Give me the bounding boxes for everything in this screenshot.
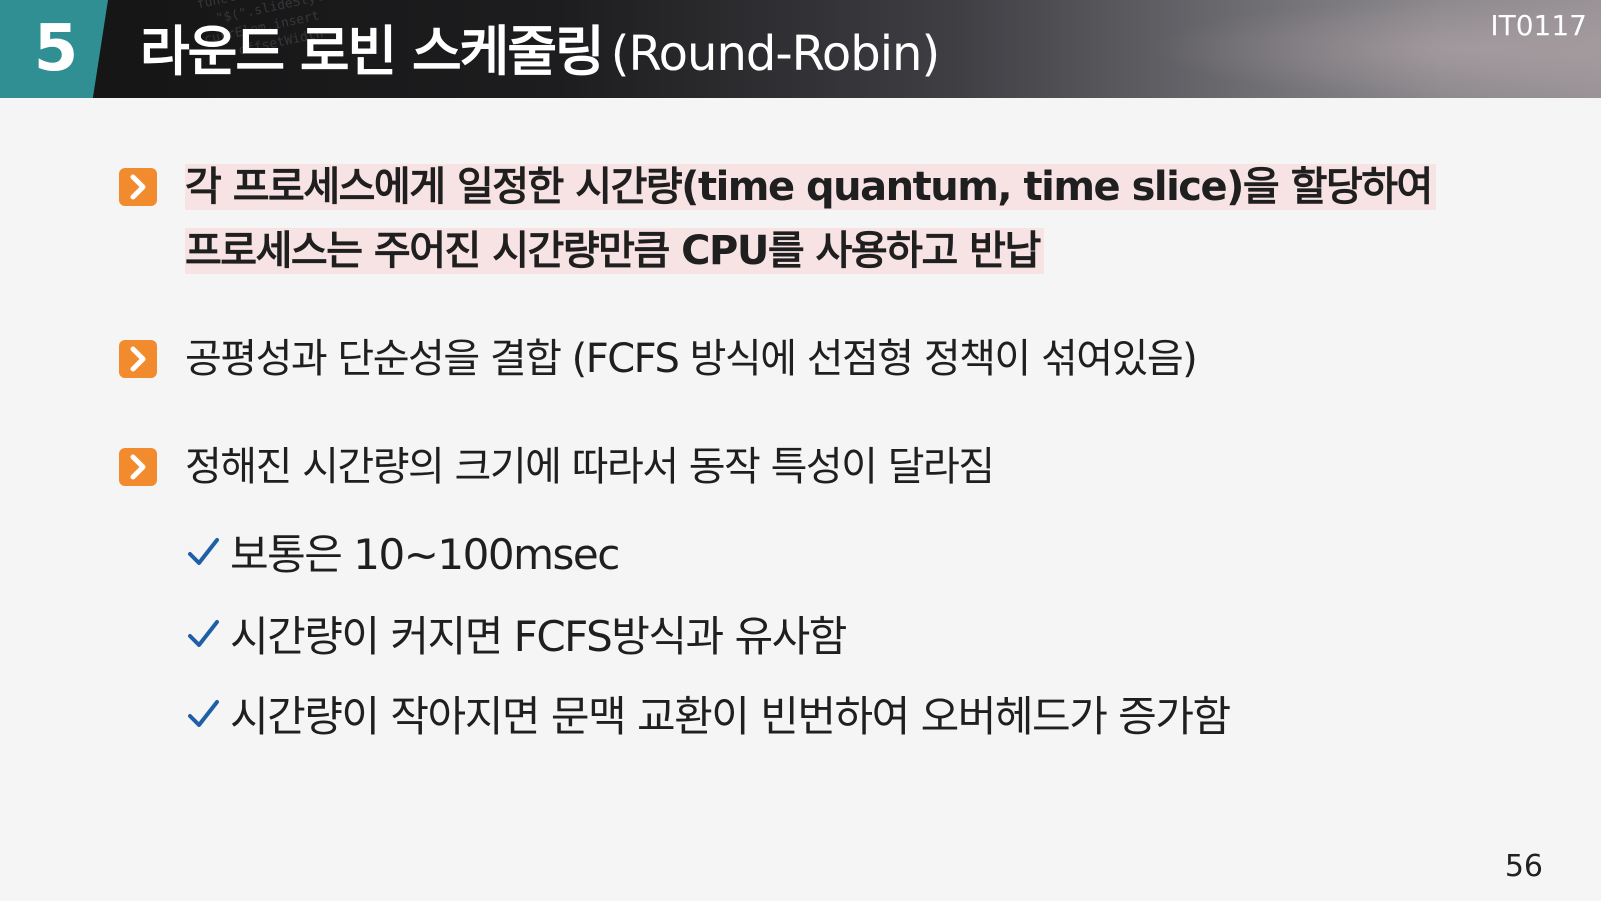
bullet-1-line-1: 각 프로세스에게 일정한 시간량(time quantum, time slic…: [185, 162, 1436, 212]
bullet-2-text: 공평성과 단순성을 결합 (FCFS 방식에 선점형 정책이 섞여있음): [185, 336, 1198, 382]
checkmark-icon: [186, 614, 222, 654]
sub-item-2: 시간량이 커지면 FCFS방식과 유사함: [230, 612, 847, 661]
chevron-right-icon: [119, 448, 157, 486]
slide-body: 각 프로세스에게 일정한 시간량(time quantum, time slic…: [0, 0, 1601, 901]
checkmark-icon: [186, 694, 222, 734]
checkmark-icon: [186, 532, 222, 572]
highlighted-text: 프로세스는 주어진 시간량만큼 CPU를 사용하고 반납: [185, 228, 1044, 274]
chevron-right-icon: [119, 168, 157, 206]
sub-item-3: 시간량이 작아지면 문맥 교환이 빈번하여 오버헤드가 증가함: [230, 692, 1231, 741]
page-number: 56: [1504, 849, 1543, 884]
chevron-right-icon: [119, 340, 157, 378]
bullet-3-text: 정해진 시간량의 크기에 따라서 동작 특성이 달라짐: [185, 444, 995, 490]
highlighted-text: 각 프로세스에게 일정한 시간량(time quantum, time slic…: [185, 164, 1436, 210]
sub-item-1: 보통은 10~100msec: [230, 530, 620, 579]
bullet-1-line-2: 프로세스는 주어진 시간량만큼 CPU를 사용하고 반납: [185, 226, 1044, 276]
